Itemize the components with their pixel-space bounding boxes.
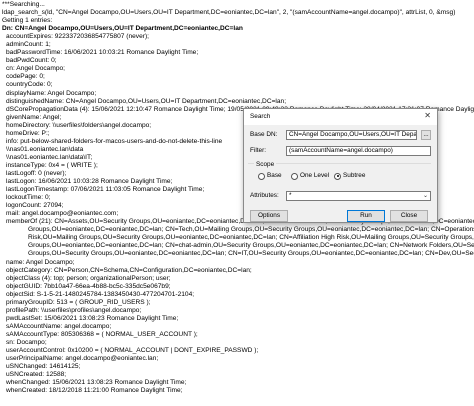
output-line: profilePath: \\userfiles\profiles\angel.… (6, 306, 142, 314)
output-line: displayName: Angel Docampo; (6, 89, 97, 97)
attributes-select[interactable]: * ⌄ (286, 191, 431, 201)
output-line: whenChanged: 15/06/2021 13:08:23 Romance… (6, 379, 187, 387)
output-line: userAccountControl: 0x10200 = ( NORMAL_A… (6, 347, 259, 355)
output-line: objectClass (4): top; person; organizati… (6, 274, 171, 282)
output-line: Groups,OU=eoniantec,DC=eoniantec,DC=lan;… (28, 226, 474, 234)
output-line: whenCreated: 18/12/2018 11:21:00 Romance… (6, 387, 183, 395)
radio-off-icon (258, 172, 265, 180)
output-line: Getting 1 entries: (2, 17, 53, 25)
radio-off-icon (291, 172, 298, 180)
attributes-label: Attributes: (250, 192, 279, 199)
output-line: sAMAccountType: 805306368 = ( NORMAL_USE… (6, 330, 198, 338)
run-button[interactable]: Run (347, 210, 385, 222)
output-line: objectSid: S-1-5-21-1480245784-138345043… (6, 290, 195, 298)
output-line: objectCategory: CN=Person,CN=Schema,CN=C… (6, 266, 252, 274)
output-line: userPrincipalName: angel.docampo@eoniant… (6, 355, 159, 363)
dn-line: Dn: CN=Angel Docampo,OU=Users,OU=IT Depa… (2, 25, 243, 33)
output-line: primaryGroupID: 513 = ( GROUP_RID_USERS … (6, 298, 151, 306)
output-line: ***Searching... (2, 1, 45, 8)
output-line: objectGUID: 7bb10a47-66ea-4b88-bc5c-335d… (6, 282, 171, 290)
filter-field[interactable]: (samAccountName=angel.docampo) (286, 146, 431, 156)
output-line: Groups,OU=Security Groups,OU=eoniantec,D… (28, 250, 474, 258)
dialog-title-bar[interactable]: Search ✕ (244, 109, 437, 125)
output-line: sn: Docampo; (6, 338, 47, 346)
radio-on-icon (334, 172, 341, 180)
search-dialog: Search ✕ Base DN: CN=Angel Docampo,OU=Us… (243, 108, 438, 223)
output-line: uSNChanged: 14614125; (6, 363, 81, 371)
output-line: accountExpires: 9223372036854775807 (nev… (6, 33, 149, 41)
base-dn-field[interactable]: CN=Angel Docampo,OU=Users,OU=IT Departme… (286, 130, 417, 140)
scope-label: Scope (254, 161, 277, 169)
output-line: cn: Angel Docampo; (6, 65, 66, 73)
attributes-value: * (289, 192, 292, 199)
close-icon[interactable]: ✕ (424, 112, 431, 120)
output-line: ldap_search_s(ld, "CN=Angel Docampo,OU=U… (2, 9, 456, 17)
filter-label: Filter: (250, 147, 266, 154)
output-line: codePage: 0; (6, 73, 45, 81)
chevron-down-icon: ⌄ (422, 193, 428, 199)
scope-one-level-label: One Level (300, 172, 330, 179)
scope-one-level-radio[interactable]: One Level (291, 172, 329, 180)
output-line: uSNCreated: 12588; (6, 371, 67, 379)
scope-subtree-label: Subtree (343, 172, 366, 179)
dialog-title: Search (250, 113, 271, 120)
output-line: Risk,OU=Mailing Groups,OU=Security Group… (28, 234, 474, 242)
output-line: countryCode: 0; (6, 81, 53, 89)
output-line: pwdLastSet: 15/06/2021 13:08:23 Romance … (6, 314, 179, 322)
scope-base-radio[interactable]: Base (258, 172, 282, 180)
output-line: adminCount: 1; (6, 41, 51, 49)
output-line: badPasswordTime: 16/06/2021 10:03:21 Rom… (6, 49, 199, 57)
browse-base-dn-button[interactable]: ... (421, 130, 431, 140)
scope-base-label: Base (267, 172, 282, 179)
output-line: sAMAccountName: angel.docampo; (6, 322, 112, 330)
base-dn-label: Base DN: (250, 131, 278, 138)
output-line: Groups,OU=eoniantec,DC=eoniantec,DC=lan;… (28, 242, 474, 250)
options-button[interactable]: Options (250, 210, 288, 222)
close-button[interactable]: Close (390, 210, 428, 222)
output-line: name: Angel Docampo; (6, 258, 75, 266)
output-line: badPwdCount: 0; (6, 57, 57, 65)
output-line: distinguishedName: CN=Angel Docampo,OU=U… (6, 97, 287, 105)
scope-subtree-radio[interactable]: Subtree (334, 172, 365, 180)
